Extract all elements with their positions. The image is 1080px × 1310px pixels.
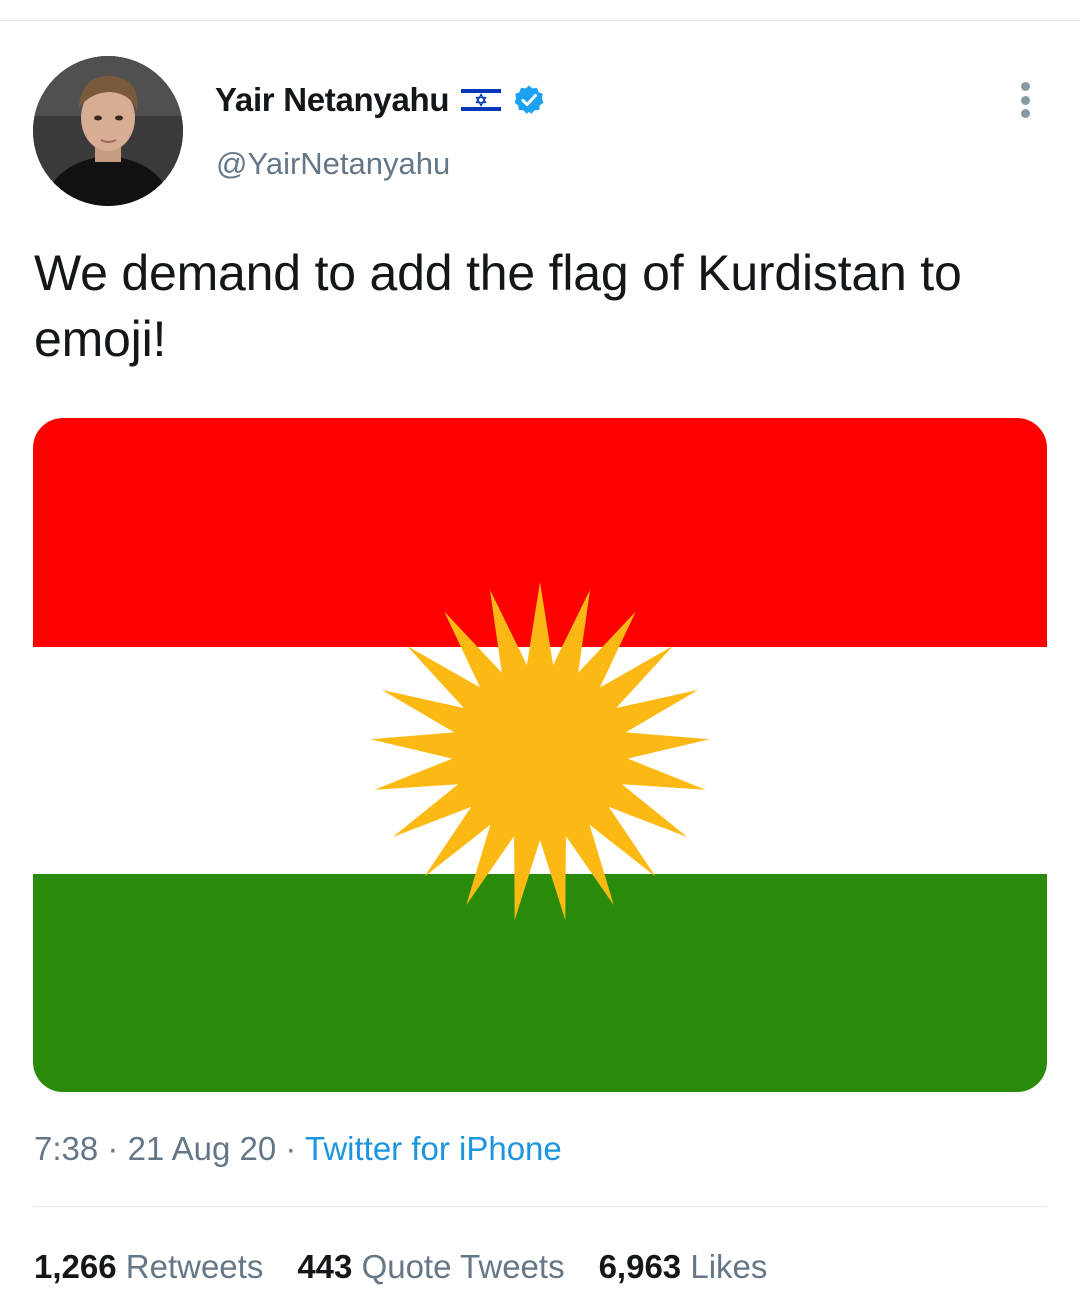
tweet-text: We demand to add the flag of Kurdistan t… bbox=[34, 245, 962, 367]
avatar-photo bbox=[33, 56, 183, 206]
quote-tweets-stat[interactable]: 443 Quote Tweets bbox=[297, 1248, 564, 1286]
avatar[interactable] bbox=[33, 56, 183, 206]
stats-divider bbox=[33, 1206, 1047, 1207]
tweet-date[interactable]: 21 Aug 20 bbox=[128, 1130, 277, 1167]
more-options-icon[interactable] bbox=[1010, 82, 1040, 118]
tweet-source-link[interactable]: Twitter for iPhone bbox=[305, 1130, 562, 1167]
author-name[interactable]: Yair Netanyahu bbox=[215, 81, 450, 119]
likes-label: Likes bbox=[690, 1248, 768, 1285]
top-divider bbox=[0, 20, 1080, 21]
tweet-time[interactable]: 7:38 bbox=[34, 1130, 98, 1167]
author-handle[interactable]: @YairNetanyahu bbox=[216, 146, 450, 182]
israel-flag-icon bbox=[461, 86, 502, 114]
tweet-media-image[interactable] bbox=[33, 418, 1047, 1092]
more-dot bbox=[1020, 82, 1030, 91]
author-row: Yair Netanyahu bbox=[215, 78, 545, 122]
verified-badge-icon bbox=[513, 84, 545, 116]
meta-separator: · bbox=[285, 1130, 297, 1167]
quotes-count: 443 bbox=[297, 1248, 353, 1285]
more-dot bbox=[1020, 109, 1030, 118]
retweets-stat[interactable]: 1,266 Retweets bbox=[34, 1248, 263, 1286]
more-dot bbox=[1020, 95, 1030, 105]
meta-separator: · bbox=[107, 1130, 119, 1167]
tweet-metadata: 7:38 · 21 Aug 20 · Twitter for iPhone bbox=[34, 1130, 562, 1168]
retweets-count: 1,266 bbox=[34, 1248, 117, 1285]
likes-stat[interactable]: 6,963 Likes bbox=[599, 1248, 768, 1286]
likes-count: 6,963 bbox=[598, 1248, 682, 1285]
retweets-label: Retweets bbox=[125, 1248, 264, 1285]
tweet-stats: 1,266 Retweets 443 Quote Tweets 6,963 Li… bbox=[34, 1248, 801, 1286]
flag-bottom-stripe bbox=[33, 874, 1047, 1092]
quotes-label: Quote Tweets bbox=[361, 1248, 565, 1285]
flag-of-kurdistan-image bbox=[33, 418, 1047, 1092]
